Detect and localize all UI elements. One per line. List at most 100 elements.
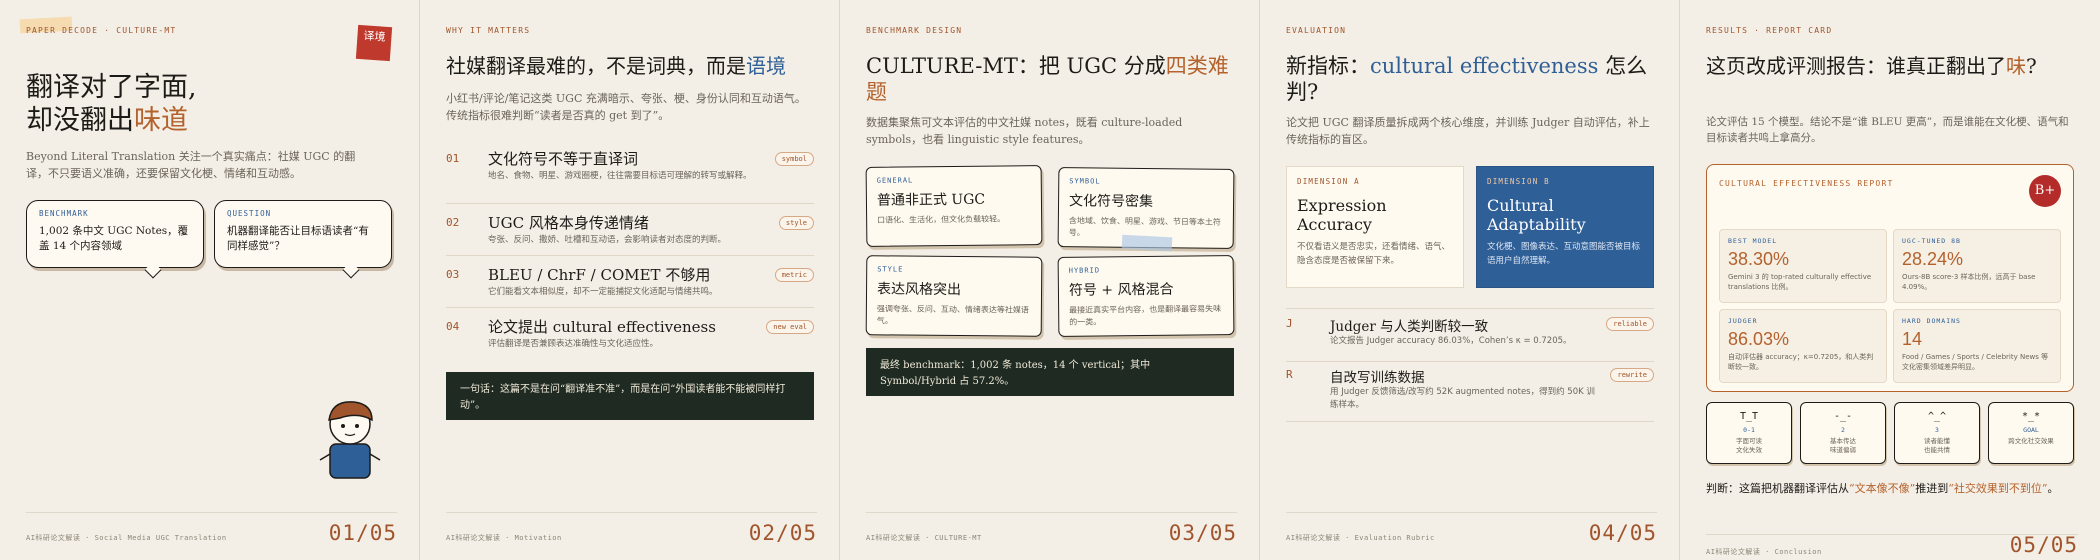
scale-score: 2 bbox=[1841, 426, 1845, 434]
bubble-tail bbox=[144, 261, 162, 279]
scale-card: *_* GOAL 跨文化社交效果 bbox=[1988, 402, 2074, 464]
bubble-text: 1,002 条中文 UGC Notes，覆盖 14 个内容领域 bbox=[39, 225, 189, 253]
title-text: 这页改成评测报告：谁真正翻出了 bbox=[1706, 54, 2006, 78]
card-desc: 强调夸张、反问、互动、情绪表达等社媒语气。 bbox=[876, 304, 1029, 326]
title-accent: 味 bbox=[2006, 54, 2026, 78]
title-text: 却没翻出 bbox=[26, 104, 134, 136]
metric-tag: BEST MODEL bbox=[1728, 237, 1778, 245]
slide-footer: AI科研论文解读 · CULTURE-MT 03/05 bbox=[866, 512, 1237, 560]
verdict-part: 推进到 bbox=[1915, 482, 1949, 495]
card-tag: HYBRID bbox=[1068, 266, 1101, 275]
dimension-tag: DIMENSION B bbox=[1487, 177, 1550, 186]
row-number: 04 bbox=[446, 320, 460, 333]
title-text: 新指标： bbox=[1286, 54, 1370, 78]
row-chip: reliable bbox=[1606, 317, 1654, 331]
eyebrow: EVALUATION bbox=[1286, 26, 1347, 35]
title-accent: 味道 bbox=[134, 104, 188, 136]
category-card-hybrid: HYBRID 符号 + 风格混合 最接近真实平台内容，也是翻译最容易失味的一类。 bbox=[1057, 255, 1235, 337]
row-title: 文化符号不等于直译词 bbox=[488, 150, 639, 168]
face-emoticon: -_- bbox=[1833, 411, 1853, 422]
card-title: 普通非正式 UGC bbox=[876, 191, 986, 209]
row-desc: 评估翻译是否兼顾表达准确性与文化适应性。 bbox=[488, 339, 659, 349]
title-text: 社媒翻译最难的，不是词典，而是 bbox=[446, 54, 746, 78]
metric-ugc-tuned: UGC-TUNED 8B 28.24% Ours-8B score-3 样本比例… bbox=[1893, 229, 2061, 303]
card-title: 表达风格突出 bbox=[876, 281, 962, 299]
page-number: 02/05 bbox=[748, 521, 817, 545]
slide-footer: AI科研论文解读 · Evaluation Rubric 04/05 bbox=[1286, 512, 1657, 560]
card-tag: SYMBOL bbox=[1069, 177, 1101, 186]
reason-row: 01 文化符号不等于直译词 地名、食物、明星、游戏圈梗，往往需要目标语可理解的转… bbox=[446, 142, 814, 204]
row-title: Judger 与人类判断较一致 bbox=[1330, 319, 1489, 335]
title-text-end: ? bbox=[2026, 54, 2037, 78]
dimension-b-card: DIMENSION B Cultural Adaptability 文化梗、图像… bbox=[1476, 166, 1654, 288]
row-title: 自改写训练数据 bbox=[1330, 370, 1425, 386]
row-number: 01 bbox=[446, 152, 460, 165]
grade-badge: B+ bbox=[2029, 175, 2061, 207]
verdict-quote-2: “社交效果到不到位” bbox=[1948, 482, 2048, 495]
seal-stamp-icon: 译境 bbox=[355, 24, 393, 62]
dimension-title: Cultural Adaptability bbox=[1487, 196, 1586, 235]
row-desc: 它们能看文本相似度，却不一定能捕捉文化适配与情绪共鸣。 bbox=[488, 287, 718, 297]
card-desc: 最接近真实平台内容，也是翻译最容易失味的一类。 bbox=[1069, 304, 1222, 327]
eyebrow: PAPER DECODE · CULTURE-MT bbox=[26, 26, 177, 35]
report-title: CULTURAL EFFECTIVENESS REPORT bbox=[1719, 179, 1894, 188]
scale-score: 3 bbox=[1935, 426, 1939, 434]
metric-desc: 自动评估器 accuracy；κ=0.7205，和人类判断较一致。 bbox=[1728, 353, 1874, 371]
title-text: CULTURE-MT：把 UGC 分成 bbox=[866, 54, 1166, 78]
row-chip: rewrite bbox=[1610, 368, 1654, 382]
row-desc: 用 Judger 反馈筛选/改写约 52K augmented notes，得到… bbox=[1330, 387, 1595, 410]
dimension-title: Expression Accuracy bbox=[1297, 196, 1387, 235]
row-desc: 论文报告 Judger accuracy 86.03%，Cohen’s κ = … bbox=[1330, 336, 1572, 346]
row-desc: 夸张、反问、撒娇、吐槽和互动语，会影响读者对态度的判断。 bbox=[488, 235, 727, 245]
category-card-general: GENERAL 普通非正式 UGC 口语化、生活化，但文化负载较轻。 bbox=[865, 165, 1043, 247]
slide-footer: AI科研论文解读 · Conclusion 05/05 bbox=[1706, 533, 2078, 560]
row-chip: new eval bbox=[766, 320, 814, 334]
row-number: 03 bbox=[446, 268, 460, 281]
lead-en: Beyond Literal Translation bbox=[26, 150, 176, 163]
scale-score: 0-1 bbox=[1743, 426, 1755, 434]
metric-hard-domains: HARD DOMAINS 14 Food / Games / Sports / … bbox=[1893, 309, 2061, 383]
slide-strip: PAPER DECODE · CULTURE-MT 译境 翻译对了字面, 却没翻… bbox=[0, 0, 2100, 560]
slide-1-cover: PAPER DECODE · CULTURE-MT 译境 翻译对了字面, 却没翻… bbox=[0, 0, 420, 560]
title-line-1: 翻译对了字面, bbox=[26, 72, 197, 103]
lead-paragraph: 论文把 UGC 翻译质量拆成两个核心维度，并训练 Judger 自动评估，补上传… bbox=[1286, 116, 1650, 147]
reason-row: 02 UGC 风格本身传递情绪 夸张、反问、撒娇、吐槽和互动语，会影响读者对态度… bbox=[446, 206, 814, 256]
card-title: 符号 + 风格混合 bbox=[1068, 281, 1174, 299]
metric-value: 14 bbox=[1902, 329, 1923, 349]
row-desc: 地名、食物、明星、游戏圈梗，往往需要目标语可理解的转写或解释。 bbox=[488, 171, 752, 181]
title-accent: cultural effectiveness bbox=[1370, 54, 1599, 78]
dimension-a-card: DIMENSION A Expression Accuracy 不仅看语义是否忠… bbox=[1286, 166, 1464, 288]
metric-judger: JUDGER 86.03% 自动评估器 accuracy；κ=0.7205，和人… bbox=[1719, 309, 1887, 383]
bubble-tag: BENCHMARK bbox=[39, 209, 89, 218]
dimension-tag: DIMENSION A bbox=[1297, 177, 1360, 186]
bubble-tail bbox=[342, 261, 360, 279]
footer-text: AI科研论文解读 · Motivation bbox=[446, 534, 562, 542]
metric-desc: Food / Games / Sports / Celebrity News 等… bbox=[1902, 353, 2049, 371]
verdict-quote-1: “文本像不像” bbox=[1849, 482, 1916, 495]
summary-box: 一句话：这篇不是在问“翻译准不准”，而是在问“外国读者能不能被同样打动”。 bbox=[446, 372, 814, 420]
slide-3-benchmark: BENCHMARK DESIGN CULTURE-MT：把 UGC 分成四类难题… bbox=[840, 0, 1260, 560]
row-key: R bbox=[1286, 368, 1293, 381]
lead-paragraph: 小红书/评论/笔记这类 UGC 充满暗示、夸张、梗、身份认同和互动语气。传统指标… bbox=[446, 92, 806, 123]
metric-value: 86.03% bbox=[1728, 329, 1790, 349]
metric-value: 28.24% bbox=[1902, 249, 1964, 269]
scale-score: GOAL bbox=[2023, 426, 2039, 434]
mascot-character-icon bbox=[319, 401, 381, 479]
bubble-text: 机器翻译能否让目标语读者“有同样感觉”？ bbox=[227, 225, 369, 253]
page-number: 01/05 bbox=[328, 521, 397, 545]
lead-paragraph: Beyond Literal Translation 关注一个真实痛点：社媒 U… bbox=[26, 148, 366, 182]
bubble-tag: QUESTION bbox=[227, 209, 272, 218]
row-chip: symbol bbox=[774, 152, 814, 166]
dimension-desc: 文化梗、图像表达、互动意图能否被目标语用户自然理解。 bbox=[1487, 242, 1641, 266]
metric-desc: Ours-8B score-3 样本比例，远高于 base 4.09%。 bbox=[1902, 273, 2036, 291]
face-emoticon: *_* bbox=[2021, 411, 2041, 422]
page-title: 翻译对了字面, 却没翻出味道 bbox=[26, 72, 197, 138]
summary-box: 最终 benchmark：1,002 条 notes，14 个 vertical… bbox=[866, 348, 1234, 396]
slide-footer: AI科研论文解读 · Motivation 02/05 bbox=[446, 512, 817, 560]
face-emoticon: ^_^ bbox=[1927, 411, 1947, 422]
page-title: 社媒翻译最难的，不是词典，而是语境 bbox=[446, 54, 826, 78]
scale-label: 基本传达 味道偏弱 bbox=[1830, 437, 1856, 454]
page-title: CULTURE-MT：把 UGC 分成四类难题 bbox=[866, 54, 1241, 105]
page-number: 05/05 bbox=[2009, 533, 2078, 557]
row-title: BLEU / ChrF / COMET 不够用 bbox=[488, 266, 711, 284]
